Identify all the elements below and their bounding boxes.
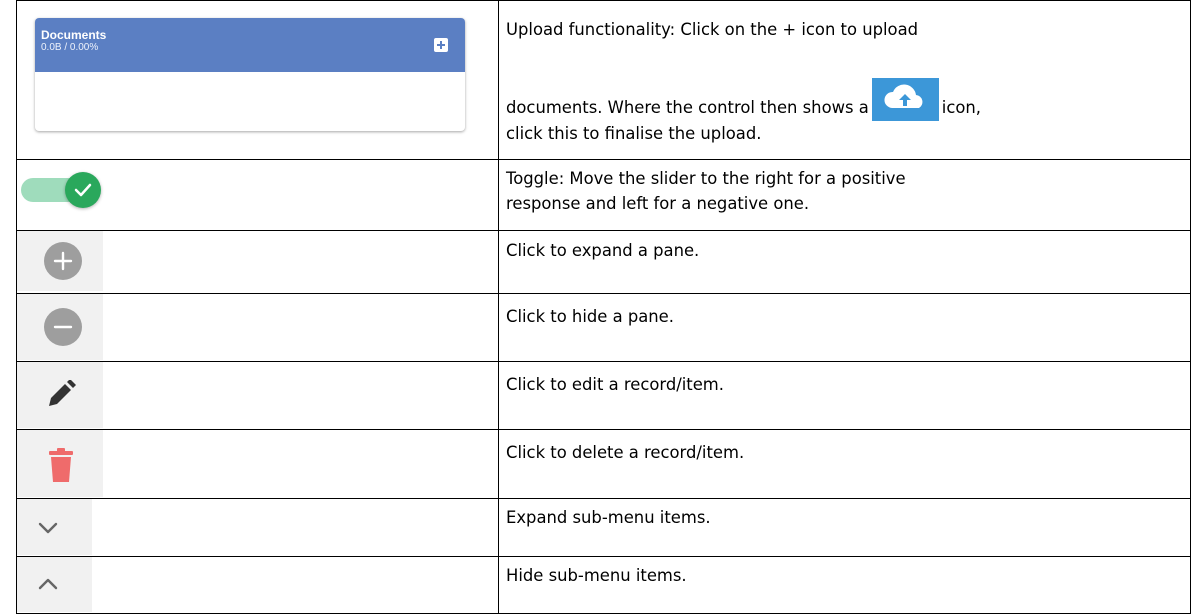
toggle-switch[interactable]: [21, 172, 101, 212]
table-row: Click to edit a record/item.: [16, 361, 1191, 430]
description-cell: Click to hide a pane.: [498, 293, 1191, 362]
icon-cell: [16, 230, 499, 294]
icon-box: [17, 362, 103, 428]
chevron-up-icon[interactable]: [37, 577, 59, 591]
description-text: Expand sub-menu items.: [506, 508, 711, 527]
description-line: documents. Where the control then shows …: [506, 78, 1190, 121]
icon-cell: [16, 159, 499, 231]
description-cell: Toggle: Move the slider to the right for…: [498, 159, 1191, 231]
description-text: Hide sub-menu items.: [506, 566, 687, 585]
description-text: Toggle: Move the slider to the right for…: [499, 160, 1190, 216]
legend-table-sheet: Documents 0.0B / 0.00% Upload functional…: [0, 0, 1203, 615]
table-row: Click to hide a pane.: [16, 293, 1191, 362]
icon-box: [17, 294, 103, 360]
description-line: Upload functionality: Click on the + ico…: [506, 20, 919, 39]
table-row: Hide sub-menu items.: [16, 556, 1191, 614]
description-text: Click to delete a record/item.: [506, 443, 745, 462]
icon-box: [17, 557, 92, 612]
description-text: Click to hide a pane.: [506, 307, 674, 326]
description-text: Click to edit a record/item.: [506, 375, 724, 394]
icon-cell: [16, 293, 499, 362]
minus-circle-icon[interactable]: [44, 308, 82, 346]
description-cell: Click to delete a record/item.: [498, 429, 1191, 499]
icon-cell: [16, 361, 499, 430]
icon-cell: [16, 429, 499, 499]
description-cell: Expand sub-menu items.: [498, 498, 1191, 557]
description-cell: Click to edit a record/item.: [498, 361, 1191, 430]
description-cell: Hide sub-menu items.: [498, 556, 1191, 614]
documents-title: Documents: [41, 28, 107, 42]
add-document-icon[interactable]: [434, 38, 448, 52]
table-row: Click to expand a pane.: [16, 230, 1191, 294]
documents-card-header: Documents 0.0B / 0.00%: [35, 18, 465, 72]
trash-icon[interactable]: [47, 448, 75, 484]
icon-box: [17, 231, 103, 291]
icon-box: [17, 430, 103, 497]
icon-legend-table: Documents 0.0B / 0.00% Upload functional…: [16, 0, 1191, 614]
description-line: response and left for a negative one.: [506, 194, 810, 213]
chevron-down-icon[interactable]: [37, 521, 59, 535]
documents-size: 0.0B / 0.00%: [41, 42, 99, 53]
check-icon: [74, 183, 92, 197]
documents-card: Documents 0.0B / 0.00%: [35, 18, 465, 131]
description-cell: Upload functionality: Click on the + ico…: [498, 0, 1191, 160]
description-line: Toggle: Move the slider to the right for…: [506, 169, 906, 188]
table-row: Toggle: Move the slider to the right for…: [16, 159, 1191, 231]
icon-box: [17, 499, 92, 555]
cloud-upload-icon[interactable]: [871, 78, 939, 121]
icon-cell: [16, 556, 499, 614]
icon-cell: Documents 0.0B / 0.00%: [16, 0, 499, 160]
toggle-knob: [65, 172, 101, 208]
description-text: Click to expand a pane.: [506, 241, 700, 260]
description-line: click this to finalise the upload.: [506, 124, 762, 143]
plus-circle-icon[interactable]: [44, 242, 82, 280]
table-row: Click to delete a record/item.: [16, 429, 1191, 499]
description-line-part: documents. Where the control then shows …: [506, 98, 869, 117]
table-row: Documents 0.0B / 0.00% Upload functional…: [16, 0, 1191, 160]
table-row: Expand sub-menu items.: [16, 498, 1191, 557]
description-text: Upload functionality: Click on the + ico…: [499, 1, 1190, 146]
pencil-icon[interactable]: [45, 380, 77, 412]
description-cell: Click to expand a pane.: [498, 230, 1191, 294]
icon-cell: [16, 498, 499, 557]
description-line-part: icon,: [941, 98, 981, 117]
